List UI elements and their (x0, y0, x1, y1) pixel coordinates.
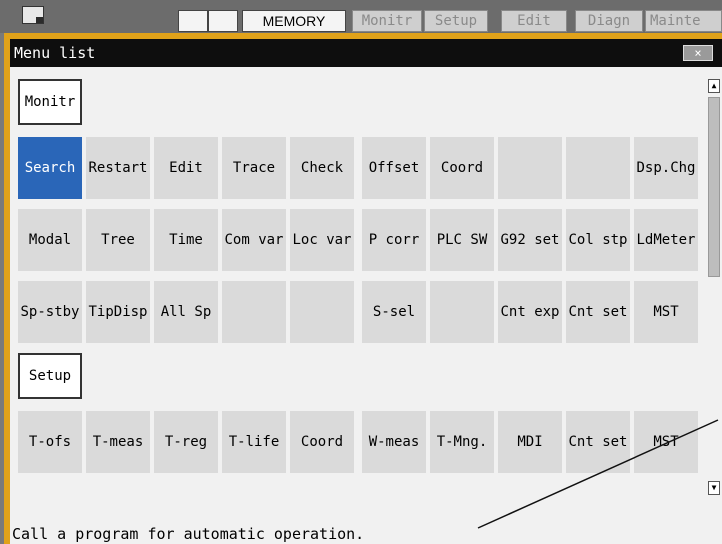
pointer-line (477, 419, 719, 529)
